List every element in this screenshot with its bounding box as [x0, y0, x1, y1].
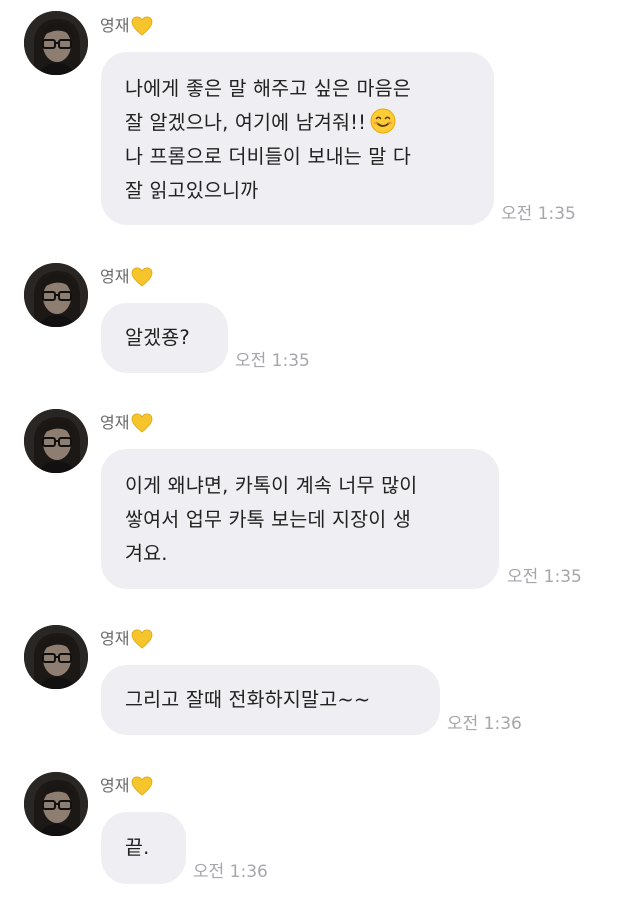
message-line: 나에게 좋은 말 해주고 싶은 마음은 — [125, 77, 411, 100]
message-timestamp: 오전 1:36 — [447, 714, 522, 734]
avatar[interactable] — [24, 772, 88, 836]
sender-name: 영재 — [100, 16, 153, 36]
message-line: 나 프롬으로 더비들이 보내는 말 다 — [125, 145, 411, 168]
message-timestamp: 오전 1:35 — [501, 204, 576, 224]
message-timestamp: 오전 1:35 — [235, 351, 310, 371]
message-line: 겨요. — [125, 542, 168, 565]
sender-name: 영재 — [100, 267, 153, 287]
message-bubble[interactable]: 끝. — [101, 812, 186, 884]
avatar[interactable] — [24, 625, 88, 689]
yellow-heart-icon — [132, 413, 153, 433]
sender-name-text: 영재 — [100, 267, 130, 286]
avatar-photo — [24, 625, 88, 689]
avatar-photo — [24, 263, 88, 327]
message-bubble[interactable]: 그리고 잘때 전화하지말고~~ — [101, 665, 440, 735]
avatar-photo — [24, 11, 88, 75]
message-bubble[interactable]: 알겠죵? — [101, 303, 228, 373]
message-line: 끝. — [125, 836, 150, 859]
message-bubble[interactable]: 나에게 좋은 말 해주고 싶은 마음은 잘 알겠으나, 여기에 남겨줘!! 나 … — [101, 52, 494, 225]
avatar[interactable] — [24, 409, 88, 473]
yellow-heart-icon — [132, 16, 153, 36]
yellow-heart-icon — [132, 629, 153, 649]
message-line: 잘 읽고있으니까 — [125, 179, 259, 202]
message-timestamp: 오전 1:36 — [193, 862, 268, 882]
message-line: 알겠죵? — [125, 326, 190, 349]
sender-name: 영재 — [100, 413, 153, 433]
message-bubble[interactable]: 이게 왜냐면, 카톡이 계속 너무 많이 쌓여서 업무 카톡 보는데 지장이 생… — [101, 449, 499, 589]
sender-name-text: 영재 — [100, 629, 130, 648]
message-line-with-emoji: 잘 알겠으나, 여기에 남겨줘!! — [125, 106, 468, 140]
message-line: 그리고 잘때 전화하지말고~~ — [125, 688, 371, 711]
smiling-face-icon — [370, 108, 396, 134]
message-line: 쌓여서 업무 카톡 보는데 지장이 생 — [125, 508, 411, 531]
yellow-heart-icon — [132, 267, 153, 287]
yellow-heart-icon — [132, 776, 153, 796]
sender-name-text: 영재 — [100, 776, 130, 795]
avatar[interactable] — [24, 11, 88, 75]
avatar-photo — [24, 409, 88, 473]
sender-name-text: 영재 — [100, 16, 130, 35]
avatar-photo — [24, 772, 88, 836]
sender-name: 영재 — [100, 629, 153, 649]
avatar[interactable] — [24, 263, 88, 327]
message-line: 이게 왜냐면, 카톡이 계속 너무 많이 — [125, 474, 418, 497]
sender-name-text: 영재 — [100, 413, 130, 432]
message-line: 잘 알겠으나, 여기에 남겨줘!! — [125, 111, 367, 134]
message-timestamp: 오전 1:35 — [507, 567, 582, 587]
sender-name: 영재 — [100, 776, 153, 796]
